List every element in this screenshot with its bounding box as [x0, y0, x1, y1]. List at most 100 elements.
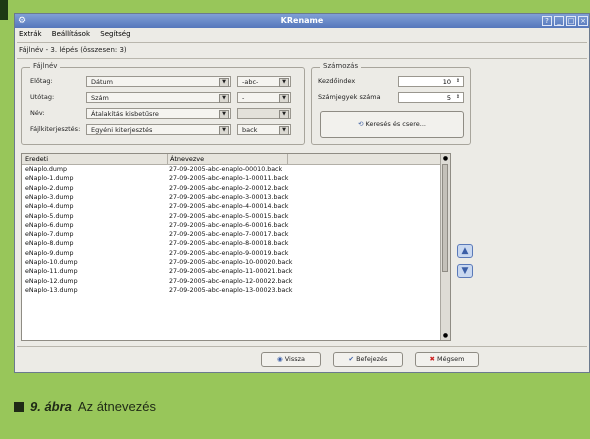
renamed-filename: 27-09-2005-abc-enaplo-13-00023.back: [169, 286, 293, 294]
name-label: Név:: [30, 109, 45, 117]
column-header-original[interactable]: Eredeti: [25, 154, 48, 164]
table-row[interactable]: eNaplo-3.dump 27-09-2005-abc-enaplo-3-000…: [22, 193, 442, 202]
renamed-filename: 27-09-2005-abc-enaplo-11-00021.back: [169, 268, 293, 276]
digits-spinbox[interactable]: 5 ⇕: [398, 92, 464, 103]
back-button[interactable]: ◉ Vissza: [261, 352, 321, 367]
find-replace-icon: ⟲: [358, 120, 364, 128]
back-icon: ◉: [276, 355, 283, 363]
footer-divider: [17, 346, 587, 347]
scroll-up-icon[interactable]: ●: [441, 154, 450, 163]
name-select[interactable]: Átalakítás kisbetűsre ▼: [86, 108, 231, 119]
menu-settings[interactable]: Beállítások: [52, 30, 90, 38]
original-filename: eNaplo-9.dump: [25, 249, 74, 257]
finish-label: Befejezés: [356, 355, 388, 363]
original-filename: eNaplo-8.dump: [25, 240, 74, 248]
table-row[interactable]: eNaplo-5.dump 27-09-2005-abc-enaplo-5-000…: [22, 212, 442, 221]
chevron-down-icon: ▼: [279, 126, 289, 135]
table-row[interactable]: eNaplo-9.dump 27-09-2005-abc-enaplo-9-000…: [22, 249, 442, 258]
extension-extra-value: back: [242, 126, 258, 134]
file-list[interactable]: Eredeti Átnevezve eNaplo.dump 27-09-2005-…: [21, 153, 451, 341]
extension-value: Egyéni kiterjesztés: [91, 126, 153, 134]
help-window-button[interactable]: ?: [542, 16, 552, 26]
cancel-icon: ✖: [429, 355, 435, 363]
original-filename: eNaplo-11.dump: [25, 268, 78, 276]
cancel-label: Mégsem: [437, 355, 465, 363]
spin-arrows-icon[interactable]: ⇕: [454, 93, 462, 102]
filename-group: Fájlnév Előtag: Dátum ▼ -abc- ▼ Utótag: …: [21, 62, 305, 145]
table-row[interactable]: eNaplo-6.dump 27-09-2005-abc-enaplo-6-000…: [22, 221, 442, 230]
caption-text: Az átnevezés: [77, 399, 156, 414]
menu-help[interactable]: Segítség: [100, 30, 130, 38]
menu-extras[interactable]: Extrák: [19, 30, 42, 38]
start-index-spinbox[interactable]: 10 ⇕: [398, 76, 464, 87]
table-row[interactable]: eNaplo-7.dump 27-09-2005-abc-enaplo-7-000…: [22, 230, 442, 239]
find-replace-label: Keresés és csere...: [365, 120, 426, 128]
original-filename: eNaplo-13.dump: [25, 286, 78, 294]
renamed-filename: 27-09-2005-abc-enaplo-2-00012.back: [169, 184, 289, 192]
extension-select[interactable]: Egyéni kiterjesztés ▼: [86, 124, 231, 135]
column-header-renamed[interactable]: Átnevezve: [167, 154, 204, 164]
extension-label: Fájlkiterjesztés:: [30, 125, 81, 133]
prefix-extra-select[interactable]: -abc- ▼: [237, 76, 291, 87]
filename-legend: Fájlnév: [30, 62, 61, 70]
renamed-filename: 27-09-2005-abc-enaplo-9-00019.back: [169, 249, 289, 257]
table-row[interactable]: eNaplo-2.dump 27-09-2005-abc-enaplo-2-000…: [22, 184, 442, 193]
digits-label: Számjegyek száma: [318, 93, 381, 101]
finish-button[interactable]: ✔ Befejezés: [333, 352, 403, 367]
table-row[interactable]: eNaplo-8.dump 27-09-2005-abc-enaplo-8-000…: [22, 239, 442, 248]
renamed-filename: 27-09-2005-abc-enaplo-8-00018.back: [169, 240, 289, 248]
list-header: Eredeti Átnevezve: [22, 154, 450, 165]
table-row[interactable]: eNaplo-11.dump 27-09-2005-abc-enaplo-11-0…: [22, 267, 442, 276]
caption-square-icon: [14, 402, 24, 412]
arrow-up-icon: ▲: [461, 246, 469, 256]
cancel-button[interactable]: ✖ Mégsem: [415, 352, 479, 367]
renamed-filename: 27-09-2005-abc-enaplo-5-00015.back: [169, 212, 289, 220]
table-row[interactable]: eNaplo-1.dump 27-09-2005-abc-enaplo-1-000…: [22, 174, 442, 183]
renamed-filename: 27-09-2005-abc-enaplo-12-00022.back: [169, 277, 293, 285]
back-label: Vissza: [284, 355, 306, 363]
krename-window: ⚙ KRename ? _ □ × Extrák Beállítások Seg…: [14, 13, 590, 373]
name-extra-select[interactable]: ▼: [237, 108, 291, 119]
renamed-filename: 27-09-2005-abc-enaplo-3-00013.back: [169, 193, 289, 201]
list-scrollbar[interactable]: ● ●: [440, 154, 450, 340]
chevron-down-icon: ▼: [219, 126, 229, 135]
suffix-extra-value: -: [242, 94, 245, 102]
find-replace-button[interactable]: ⟲ Keresés és csere...: [320, 111, 464, 138]
figure-caption: 9. ábra Az átnevezés: [14, 399, 156, 414]
table-row[interactable]: eNaplo-12.dump 27-09-2005-abc-enaplo-12-0…: [22, 277, 442, 286]
move-up-button[interactable]: ▲: [457, 244, 473, 258]
title-bar[interactable]: ⚙ KRename ? _ □ ×: [15, 14, 589, 28]
move-down-button[interactable]: ▼: [457, 264, 473, 278]
prefix-label: Előtag:: [30, 77, 53, 85]
prefix-value: Dátum: [91, 78, 113, 86]
scroll-thumb[interactable]: [442, 164, 448, 272]
original-filename: eNaplo-3.dump: [25, 193, 74, 201]
step-divider: [17, 58, 587, 59]
maximize-button[interactable]: □: [566, 16, 576, 26]
column-header-spacer: [287, 154, 288, 164]
prefix-extra-value: -abc-: [242, 78, 259, 86]
minimize-button[interactable]: _: [554, 16, 564, 26]
caption-number: 9. ábra: [30, 399, 72, 414]
chevron-down-icon: ▼: [219, 110, 229, 119]
prefix-select[interactable]: Dátum ▼: [86, 76, 231, 87]
suffix-extra-select[interactable]: - ▼: [237, 92, 291, 103]
chevron-down-icon: ▼: [279, 94, 289, 103]
close-button[interactable]: ×: [578, 16, 588, 26]
spin-arrows-icon[interactable]: ⇕: [454, 77, 462, 86]
table-row[interactable]: eNaplo-4.dump 27-09-2005-abc-enaplo-4-000…: [22, 202, 442, 211]
scroll-down-icon[interactable]: ●: [441, 331, 450, 340]
table-row[interactable]: eNaplo-10.dump 27-09-2005-abc-enaplo-10-0…: [22, 258, 442, 267]
original-filename: eNaplo-10.dump: [25, 259, 78, 266]
check-icon: ✔: [348, 355, 354, 363]
suffix-select[interactable]: Szám ▼: [86, 92, 231, 103]
table-row[interactable]: eNaplo-13.dump 27-09-2005-abc-enaplo-13-0…: [22, 286, 442, 295]
start-index-value: 10: [442, 78, 451, 86]
digits-value: 5: [446, 94, 451, 102]
arrow-down-icon: ▼: [461, 266, 469, 276]
extension-extra-select[interactable]: back ▼: [237, 124, 291, 135]
numbering-legend: Számozás: [320, 62, 362, 70]
menu-bar: Extrák Beállítások Segítség: [15, 28, 589, 40]
original-filename: eNaplo-2.dump: [25, 184, 74, 192]
table-row[interactable]: eNaplo.dump 27-09-2005-abc-enaplo-00010.b…: [22, 165, 442, 174]
